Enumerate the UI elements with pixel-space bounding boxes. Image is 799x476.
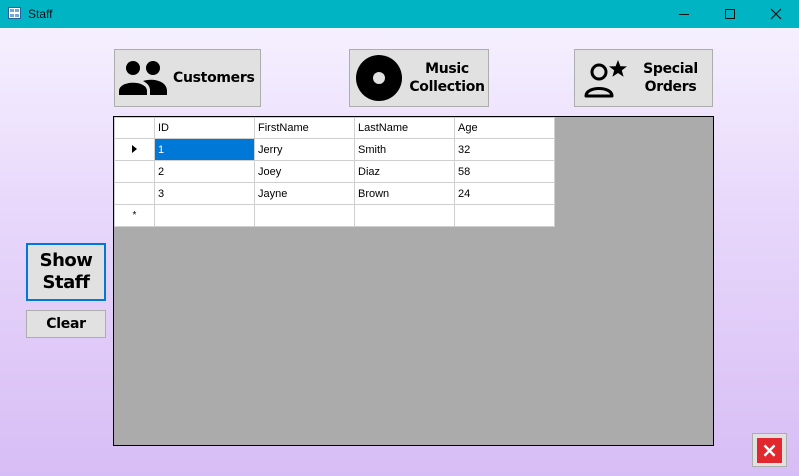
column-header-age[interactable]: Age <box>454 117 555 139</box>
window-title: Staff <box>28 7 53 21</box>
new-row[interactable]: * <box>114 204 555 227</box>
new-cell-lastname[interactable] <box>354 204 455 227</box>
customers-label: Customers <box>173 70 255 86</box>
cell-firstname[interactable]: Jayne <box>254 182 355 205</box>
clear-button[interactable]: Clear <box>26 310 106 338</box>
staff-data-grid[interactable]: ID FirstName LastName Age 1 Jerry Smith … <box>113 116 714 446</box>
show-label-line2: Staff <box>42 272 90 293</box>
cell-lastname[interactable]: Brown <box>354 182 455 205</box>
row-header-corner[interactable] <box>114 117 155 139</box>
close-icon: × <box>757 437 782 463</box>
cell-age[interactable]: 24 <box>454 182 555 205</box>
row-header[interactable] <box>114 182 155 205</box>
column-header-firstname[interactable]: FirstName <box>254 117 355 139</box>
cell-firstname[interactable]: Jerry <box>254 138 355 161</box>
user-star-icon <box>584 60 627 98</box>
title-bar[interactable]: Staff <box>0 0 799 28</box>
window-close-button[interactable] <box>753 0 799 28</box>
minimize-icon <box>679 13 689 15</box>
disc-icon <box>356 55 402 101</box>
form-client-area: Customers Music Collection Special Order… <box>0 28 799 476</box>
show-staff-button[interactable]: Show Staff <box>26 243 106 301</box>
column-header-lastname[interactable]: LastName <box>354 117 455 139</box>
maximize-button[interactable] <box>707 0 753 28</box>
special-orders-button[interactable]: Special Orders <box>574 49 713 107</box>
close-icon <box>770 8 782 20</box>
column-header-id[interactable]: ID <box>154 117 255 139</box>
music-collection-button[interactable]: Music Collection <box>349 49 489 107</box>
music-label-line1: Music <box>425 61 469 77</box>
minimize-button[interactable] <box>661 0 707 28</box>
special-orders-text: Special Orders <box>629 60 712 96</box>
music-collection-text: Music Collection <box>406 60 488 96</box>
table-row[interactable]: 2 Joey Diaz 58 <box>114 160 555 183</box>
new-row-marker[interactable]: * <box>114 204 155 227</box>
new-cell-id[interactable] <box>154 204 255 227</box>
clear-label: Clear <box>46 316 86 332</box>
current-row-arrow-icon <box>132 144 137 153</box>
show-label-line1: Show <box>39 250 93 271</box>
table-row[interactable]: 1 Jerry Smith 32 <box>114 138 555 161</box>
maximize-icon <box>725 9 735 19</box>
special-label-line2: Orders <box>644 79 697 95</box>
special-label-line1: Special <box>643 61 698 77</box>
header-row: ID FirstName LastName Age <box>114 117 555 139</box>
cell-id[interactable]: 2 <box>154 160 255 183</box>
new-cell-firstname[interactable] <box>254 204 355 227</box>
cell-id[interactable]: 3 <box>154 182 255 205</box>
show-staff-label: Show Staff <box>40 250 93 294</box>
cell-lastname[interactable]: Smith <box>354 138 455 161</box>
exit-button[interactable]: × <box>752 433 787 467</box>
app-window-icon <box>8 7 21 19</box>
cell-id[interactable]: 1 <box>154 138 255 161</box>
customers-button[interactable]: Customers <box>114 49 261 107</box>
cell-lastname[interactable]: Diaz <box>354 160 455 183</box>
music-label-line2: Collection <box>409 79 485 95</box>
table-row[interactable]: 3 Jayne Brown 24 <box>114 182 555 205</box>
cell-firstname[interactable]: Joey <box>254 160 355 183</box>
row-header[interactable] <box>114 160 155 183</box>
row-header[interactable] <box>114 138 155 161</box>
new-cell-age[interactable] <box>454 204 555 227</box>
staff-table: ID FirstName LastName Age 1 Jerry Smith … <box>114 117 555 227</box>
cell-age[interactable]: 32 <box>454 138 555 161</box>
cell-age[interactable]: 58 <box>454 160 555 183</box>
people-icon <box>119 61 167 95</box>
